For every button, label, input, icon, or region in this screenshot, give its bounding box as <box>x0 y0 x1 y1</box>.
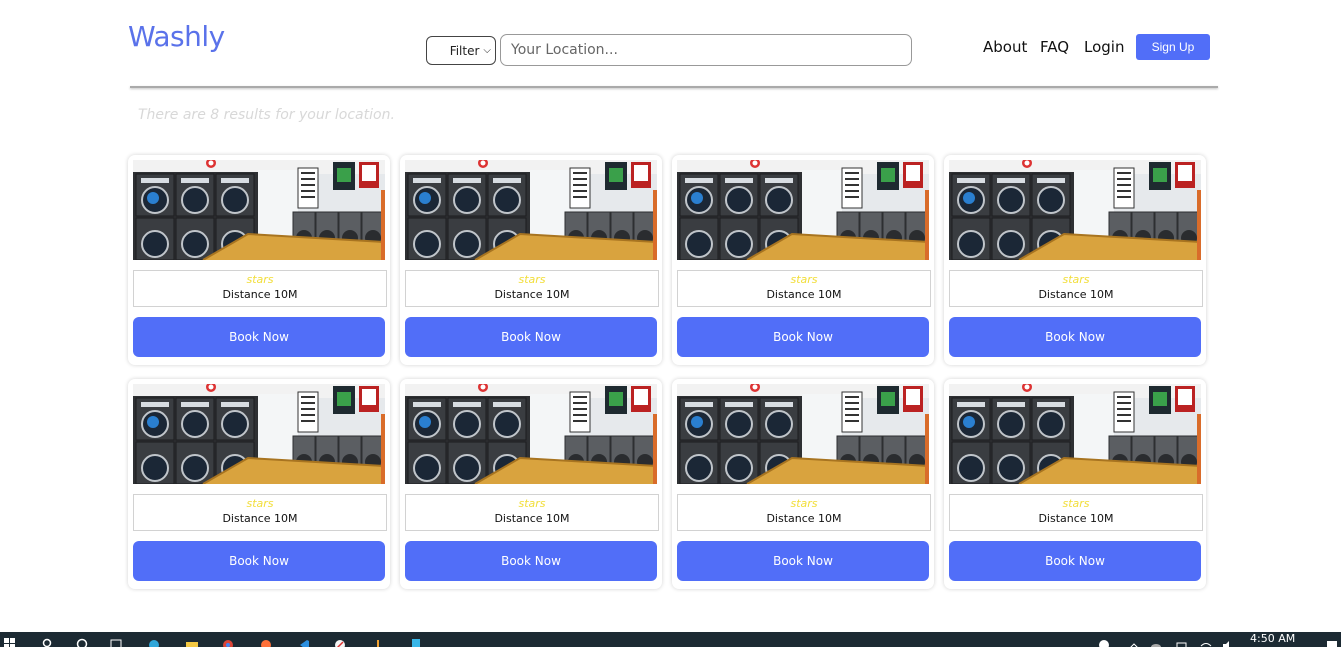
cortana-icon[interactable] <box>76 635 88 647</box>
header-divider <box>130 86 1218 88</box>
laundromat-photo <box>949 160 1201 260</box>
task-view-icon[interactable] <box>110 635 122 647</box>
taskbar-clock[interactable]: 4:50 AM <box>1250 632 1295 645</box>
taskbar: 4:50 AM <box>0 632 1341 647</box>
pencil-icon[interactable] <box>372 635 384 647</box>
rating-stars: stars <box>1062 497 1090 510</box>
laundromat-card: stars Distance 10M Book Now <box>944 155 1206 365</box>
rating-stars: stars <box>1062 273 1090 286</box>
folder-icon[interactable] <box>186 635 198 647</box>
card-info: stars Distance 10M <box>677 494 931 531</box>
rating-stars: stars <box>790 497 818 510</box>
rating-stars: stars <box>518 497 546 510</box>
page: Washly Filter ⌵ About FAQ Login Sign Up … <box>0 0 1341 647</box>
distance-label: Distance 10M <box>222 512 298 525</box>
laundromat-card: stars Distance 10M Book Now <box>400 379 662 589</box>
laundromat-photo <box>677 160 929 260</box>
laundromat-photo <box>677 384 929 484</box>
distance-label: Distance 10M <box>766 288 842 301</box>
rating-stars: stars <box>518 273 546 286</box>
card-info: stars Distance 10M <box>405 494 659 531</box>
chrome-icon[interactable] <box>222 635 234 647</box>
app-tile-icon[interactable] <box>410 635 422 647</box>
laundromat-photo <box>949 384 1201 484</box>
book-now-button[interactable]: Book Now <box>949 541 1201 581</box>
laundromat-card: stars Distance 10M Book Now <box>400 155 662 365</box>
firefox-icon[interactable] <box>260 635 272 647</box>
notification-icon[interactable] <box>1326 635 1338 647</box>
nav-about[interactable]: About <box>983 38 1027 56</box>
card-info: stars Distance 10M <box>949 270 1203 307</box>
help-icon[interactable] <box>1098 635 1110 647</box>
wifi-icon[interactable] <box>1200 635 1212 647</box>
app-icon[interactable] <box>334 635 346 647</box>
distance-label: Distance 10M <box>766 512 842 525</box>
rating-stars: stars <box>246 497 274 510</box>
chevron-down-icon: ⌵ <box>483 45 491 56</box>
laundromat-photo <box>133 384 385 484</box>
laundromat-card: stars Distance 10M Book Now <box>944 379 1206 589</box>
nav-login[interactable]: Login <box>1084 38 1124 56</box>
distance-label: Distance 10M <box>222 288 298 301</box>
distance-label: Distance 10M <box>1038 288 1114 301</box>
book-now-button[interactable]: Book Now <box>949 317 1201 357</box>
laundromat-grid: stars Distance 10M Book Now stars Distan… <box>128 155 1218 589</box>
laundromat-card: stars Distance 10M Book Now <box>672 379 934 589</box>
nav-faq[interactable]: FAQ <box>1040 38 1069 56</box>
laundromat-photo <box>133 160 385 260</box>
signup-button[interactable]: Sign Up <box>1136 34 1210 60</box>
results-count: There are 8 results for your location. <box>138 107 395 123</box>
card-info: stars Distance 10M <box>677 270 931 307</box>
edge-icon[interactable] <box>148 635 160 647</box>
cloud-icon[interactable] <box>1150 635 1162 647</box>
laundromat-card: stars Distance 10M Book Now <box>128 379 390 589</box>
card-info: stars Distance 10M <box>133 270 387 307</box>
filter-label: Filter <box>449 43 480 58</box>
vscode-icon[interactable] <box>298 635 310 647</box>
distance-label: Distance 10M <box>494 512 570 525</box>
book-now-button[interactable]: Book Now <box>405 317 657 357</box>
rating-stars: stars <box>790 273 818 286</box>
book-now-button[interactable]: Book Now <box>677 541 929 581</box>
distance-label: Distance 10M <box>494 288 570 301</box>
distance-label: Distance 10M <box>1038 512 1114 525</box>
laundromat-photo <box>405 384 657 484</box>
location-input[interactable] <box>500 34 912 66</box>
windows-start-icon[interactable] <box>4 635 16 647</box>
laundromat-photo <box>405 160 657 260</box>
book-now-button[interactable]: Book Now <box>677 317 929 357</box>
rating-stars: stars <box>246 273 274 286</box>
volume-icon[interactable] <box>1222 635 1234 647</box>
laundromat-card: stars Distance 10M Book Now <box>672 155 934 365</box>
laundromat-card: stars Distance 10M Book Now <box>128 155 390 365</box>
filter-dropdown[interactable]: Filter ⌵ <box>426 36 496 65</box>
book-now-button[interactable]: Book Now <box>405 541 657 581</box>
book-now-button[interactable]: Book Now <box>133 317 385 357</box>
card-info: stars Distance 10M <box>405 270 659 307</box>
battery-icon[interactable] <box>1176 635 1188 647</box>
card-info: stars Distance 10M <box>949 494 1203 531</box>
search-icon[interactable] <box>42 635 54 647</box>
card-info: stars Distance 10M <box>133 494 387 531</box>
book-now-button[interactable]: Book Now <box>133 541 385 581</box>
chevron-up-icon[interactable] <box>1128 635 1140 647</box>
logo[interactable]: Washly <box>128 20 225 53</box>
